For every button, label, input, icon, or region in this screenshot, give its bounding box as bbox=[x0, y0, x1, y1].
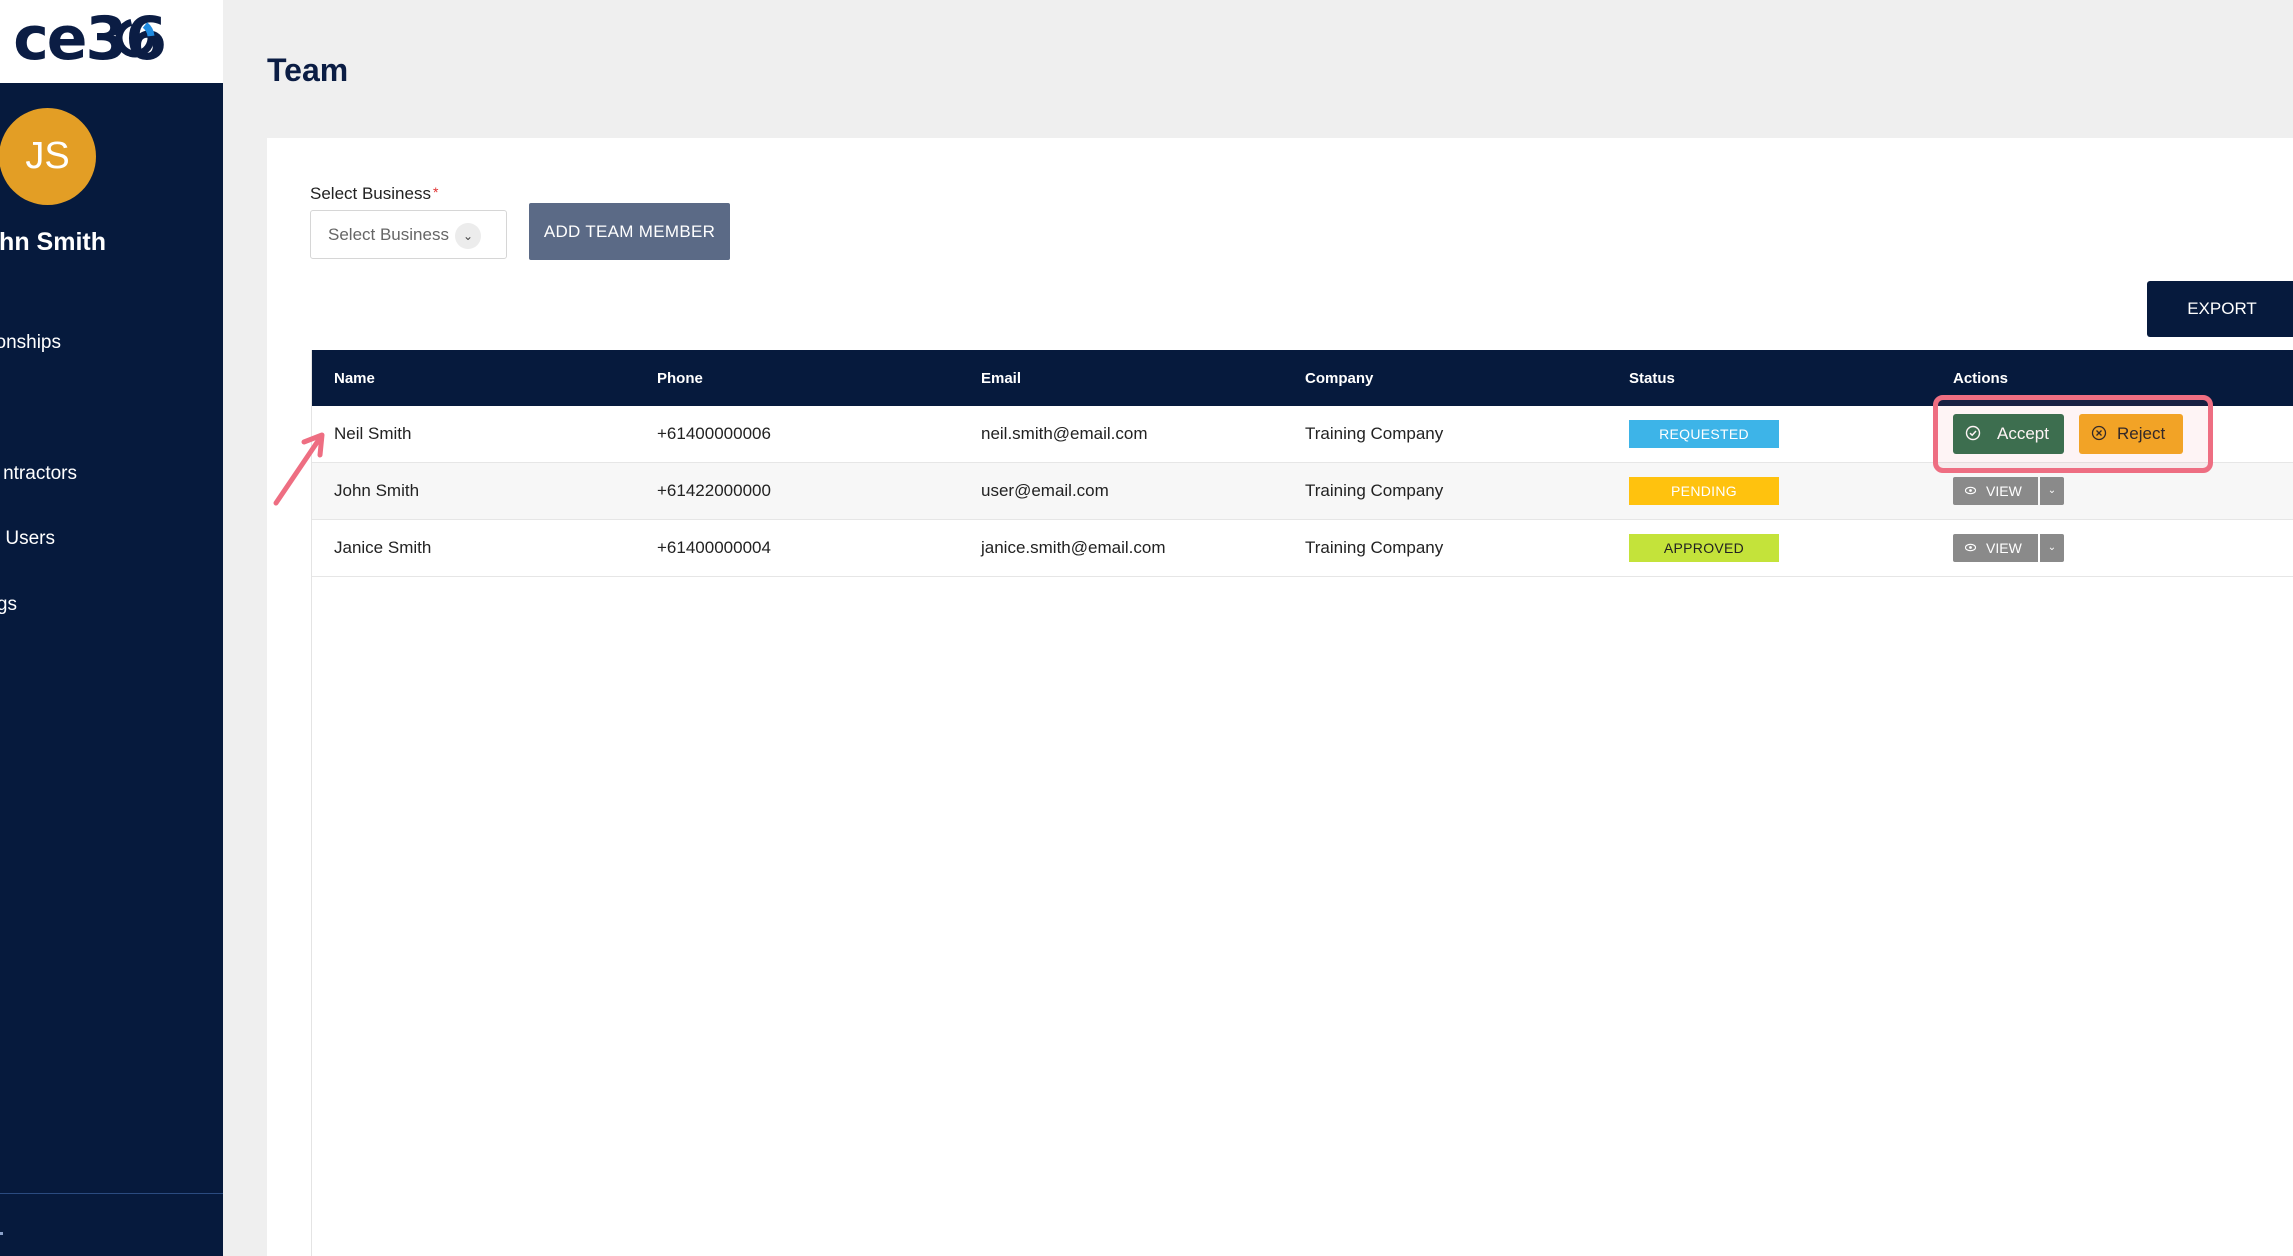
column-header-phone[interactable]: Phone bbox=[657, 370, 703, 387]
user-name: ohn Smith bbox=[0, 228, 106, 256]
sidebar-item-relationships[interactable]: onships bbox=[0, 332, 61, 354]
export-button[interactable]: EXPORT bbox=[2147, 281, 2293, 337]
view-button[interactable]: VIEW bbox=[1953, 477, 2038, 505]
required-mark: * bbox=[432, 184, 439, 200]
column-header-actions: Actions bbox=[1953, 370, 2009, 387]
cell-company: Training Company bbox=[1305, 538, 1444, 557]
sidebar-item-settings[interactable]: gs bbox=[0, 594, 17, 616]
avatar[interactable]: JS bbox=[0, 108, 96, 205]
content-panel: Select Business * Select Business ⌄ ADD T… bbox=[267, 138, 2293, 1256]
sidebar-divider bbox=[0, 1193, 223, 1194]
cell-phone: +61422000000 bbox=[657, 481, 771, 500]
arrow-annotation-icon bbox=[273, 432, 325, 506]
sidebar-item-contractors[interactable]: ntractors bbox=[3, 463, 77, 485]
cell-phone: +61400000004 bbox=[657, 538, 771, 557]
cell-phone: +61400000006 bbox=[657, 424, 771, 443]
add-team-member-button[interactable]: ADD TEAM MEMBER bbox=[529, 203, 730, 260]
column-header-company[interactable]: Company bbox=[1305, 370, 1373, 387]
cell-name: John Smith bbox=[334, 481, 420, 500]
select-business-value: Select Business bbox=[328, 225, 449, 244]
column-header-email[interactable]: Email bbox=[981, 370, 1021, 387]
eye-icon bbox=[1965, 486, 1976, 495]
chevron-down-icon[interactable]: ⌄ bbox=[2040, 477, 2064, 505]
cell-name: Neil Smith bbox=[334, 424, 412, 443]
sidebar-footer-mark bbox=[0, 1232, 3, 1235]
chevron-down-icon: ⌄ bbox=[455, 223, 481, 249]
select-business-label: Select Business * bbox=[310, 184, 438, 204]
select-business-label-text: Select Business bbox=[310, 184, 431, 203]
page-title: Team bbox=[267, 52, 349, 88]
column-header-status[interactable]: Status bbox=[1629, 370, 1675, 387]
cell-company: Training Company bbox=[1305, 481, 1444, 500]
view-label: VIEW bbox=[1986, 540, 2022, 556]
status-badge: APPROVED bbox=[1629, 534, 1779, 562]
sidebar: ce36 JS ohn Smith onships ntractors n Us… bbox=[0, 0, 223, 1256]
team-table: Name Phone Email Company Status Actions … bbox=[311, 350, 2293, 1256]
view-button[interactable]: VIEW bbox=[1953, 534, 2038, 562]
logo-ring-icon bbox=[115, 18, 155, 58]
chevron-down-icon[interactable]: ⌄ bbox=[2040, 534, 2064, 562]
eye-icon bbox=[1965, 543, 1976, 552]
select-business-dropdown[interactable]: Select Business ⌄ bbox=[310, 210, 507, 259]
status-badge: REQUESTED bbox=[1629, 420, 1779, 448]
highlight-box bbox=[1933, 395, 2213, 473]
sidebar-item-users[interactable]: n Users bbox=[0, 528, 55, 550]
column-header-name[interactable]: Name bbox=[334, 370, 375, 387]
logo-bar: ce36 bbox=[0, 0, 223, 83]
status-badge: PENDING bbox=[1629, 477, 1779, 505]
table-row[interactable]: Janice Smith +61400000004 janice.smith@e… bbox=[312, 520, 2293, 577]
cell-company: Training Company bbox=[1305, 424, 1444, 443]
cell-email: user@email.com bbox=[981, 481, 1109, 500]
view-label: VIEW bbox=[1986, 483, 2022, 499]
cell-email: janice.smith@email.com bbox=[981, 538, 1166, 557]
cell-email: neil.smith@email.com bbox=[981, 424, 1148, 443]
cell-name: Janice Smith bbox=[334, 538, 432, 557]
